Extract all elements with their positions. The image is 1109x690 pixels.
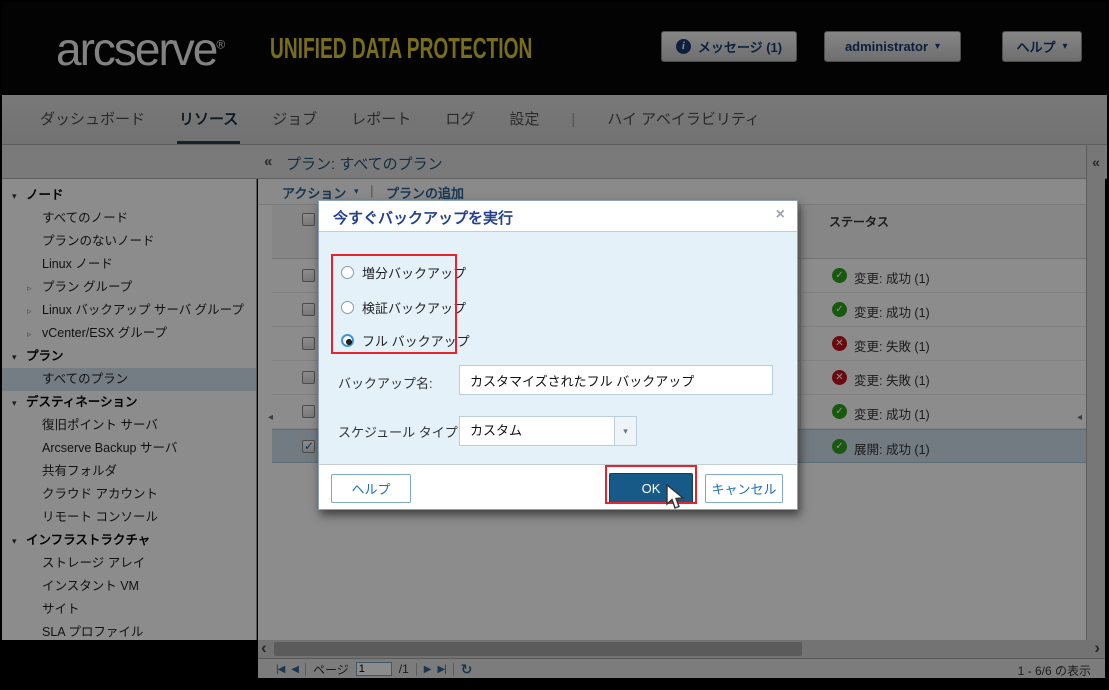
- schedule-type-label: スケジュール タイプ: [338, 425, 458, 440]
- backup-name-label: バックアップ名:: [338, 376, 433, 391]
- dialog-footer: ヘルプ OK キャンセル: [319, 464, 797, 509]
- cancel-button[interactable]: キャンセル: [705, 474, 783, 503]
- app-window: arcserve® UNIFIED DATA PROTECTION i メッセー…: [0, 0, 1109, 690]
- dropdown-arrow-icon[interactable]: ▾: [614, 416, 637, 446]
- schedule-type-value[interactable]: カスタム: [459, 416, 615, 446]
- dialog-title: 今すぐバックアップを実行: [333, 210, 514, 227]
- run-backup-now-dialog: 今すぐバックアップを実行 × 増分バックアップ 検証バックアップ フル バックア…: [318, 200, 798, 510]
- close-icon[interactable]: ×: [776, 206, 785, 224]
- help-button[interactable]: ヘルプ: [331, 474, 411, 503]
- dialog-titlebar: 今すぐバックアップを実行 ×: [319, 201, 797, 232]
- mouse-cursor: [666, 484, 685, 509]
- backup-name-input[interactable]: [459, 365, 773, 395]
- schedule-type-combo[interactable]: カスタム ▾: [459, 416, 637, 446]
- annotation-box-radios: [331, 254, 457, 354]
- dialog-body: 増分バックアップ 検証バックアップ フル バックアップ バックアップ名: スケジ…: [319, 232, 797, 466]
